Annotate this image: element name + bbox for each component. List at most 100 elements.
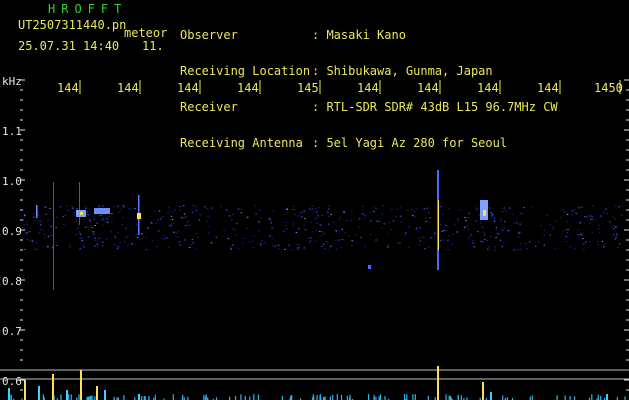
echo-blob: [137, 213, 141, 219]
noise-speck: [500, 218, 502, 219]
noise-speck: [370, 211, 372, 213]
noise-speck: [483, 234, 485, 236]
noise-speck: [192, 205, 194, 206]
noise-speck: [328, 215, 330, 217]
noise-speck: [616, 233, 618, 235]
noise-speck: [407, 209, 409, 211]
spectrum-noise: [378, 396, 380, 400]
noise-speck: [285, 222, 288, 223]
noise-speck: [135, 223, 137, 225]
noise-speck: [577, 234, 579, 236]
noise-speck: [614, 205, 617, 207]
noise-speck: [439, 224, 442, 225]
noise-speck: [59, 206, 62, 208]
noise-speck: [90, 224, 92, 226]
noise-speck: [207, 226, 209, 228]
noise-speck: [93, 216, 95, 218]
noise-speck: [24, 249, 26, 250]
noise-speck: [87, 214, 89, 216]
noise-speck: [444, 223, 447, 225]
noise-speck: [434, 231, 436, 233]
noise-speck: [418, 237, 421, 239]
noise-speck: [411, 209, 413, 210]
noise-speck: [480, 220, 482, 222]
noise-speck: [596, 241, 599, 243]
noise-speck: [501, 246, 503, 248]
noise-speck: [269, 219, 271, 221]
noise-speck: [94, 225, 96, 226]
noise-speck: [407, 226, 410, 228]
spectrum-noise: [373, 394, 375, 400]
spectrum-noise: [556, 395, 558, 400]
noise-speck: [151, 239, 153, 241]
noise-speck: [292, 209, 294, 211]
noise-speck: [328, 205, 330, 207]
noise-speck: [31, 240, 34, 242]
noise-speck: [573, 248, 576, 250]
noise-speck: [295, 232, 298, 233]
noise-speck: [261, 240, 263, 242]
noise-speck: [475, 209, 478, 211]
noise-speck: [320, 235, 322, 237]
noise-speck: [606, 213, 609, 214]
noise-speck: [102, 218, 104, 220]
noise-speck: [246, 216, 249, 218]
noise-speck: [444, 230, 446, 232]
noise-speck: [552, 228, 554, 230]
noise-speck: [234, 229, 236, 230]
noise-speck: [327, 223, 330, 225]
noise-speck: [358, 218, 361, 220]
noise-speck: [438, 206, 441, 208]
spectrum-noise: [60, 394, 62, 400]
noise-speck: [326, 211, 329, 213]
noise-speck: [186, 222, 188, 223]
noise-speck: [567, 229, 569, 231]
noise-speck: [255, 213, 257, 215]
noise-speck: [91, 227, 93, 228]
spectrum-noise: [445, 394, 447, 400]
noise-speck: [598, 224, 600, 226]
noise-speck: [76, 225, 79, 227]
noise-speck: [199, 214, 201, 216]
spectrum-noise: [78, 394, 80, 400]
noise-speck: [381, 227, 383, 229]
noise-speck: [601, 240, 604, 242]
frequency-tick-marks: [20, 79, 629, 391]
noise-speck: [463, 227, 466, 229]
noise-speck: [294, 214, 297, 216]
noise-speck: [184, 239, 186, 241]
noise-speck: [319, 223, 322, 225]
noise-speck: [383, 223, 386, 225]
noise-speck: [304, 218, 306, 220]
noise-speck: [291, 249, 294, 251]
noise-speck: [491, 214, 494, 216]
noise-speck: [258, 221, 260, 223]
noise-speck: [22, 226, 24, 228]
noise-speck: [518, 223, 520, 225]
noise-speck: [76, 228, 78, 230]
noise-speck: [185, 225, 187, 226]
noise-speck: [102, 224, 104, 226]
noise-speck: [328, 208, 330, 210]
noise-speck: [309, 221, 312, 223]
noise-speck: [426, 207, 428, 209]
noise-speck: [578, 207, 580, 209]
noise-speck: [31, 239, 33, 241]
noise-speck: [106, 218, 108, 220]
noise-speck: [495, 229, 497, 231]
noise-speck: [500, 220, 502, 222]
noise-speck: [27, 239, 29, 240]
noise-speck: [254, 205, 257, 207]
noise-speck: [441, 213, 444, 215]
noise-speck: [288, 244, 290, 246]
noise-speck: [71, 207, 74, 209]
noise-speck: [33, 216, 35, 218]
noise-speck: [362, 205, 364, 207]
noise-speck: [127, 235, 129, 237]
spectrum-noise: [403, 394, 406, 400]
noise-speck: [399, 215, 402, 217]
noise-speck: [292, 224, 294, 226]
noise-speck: [325, 240, 327, 242]
noise-speck: [355, 234, 357, 236]
noise-speck: [117, 246, 120, 248]
